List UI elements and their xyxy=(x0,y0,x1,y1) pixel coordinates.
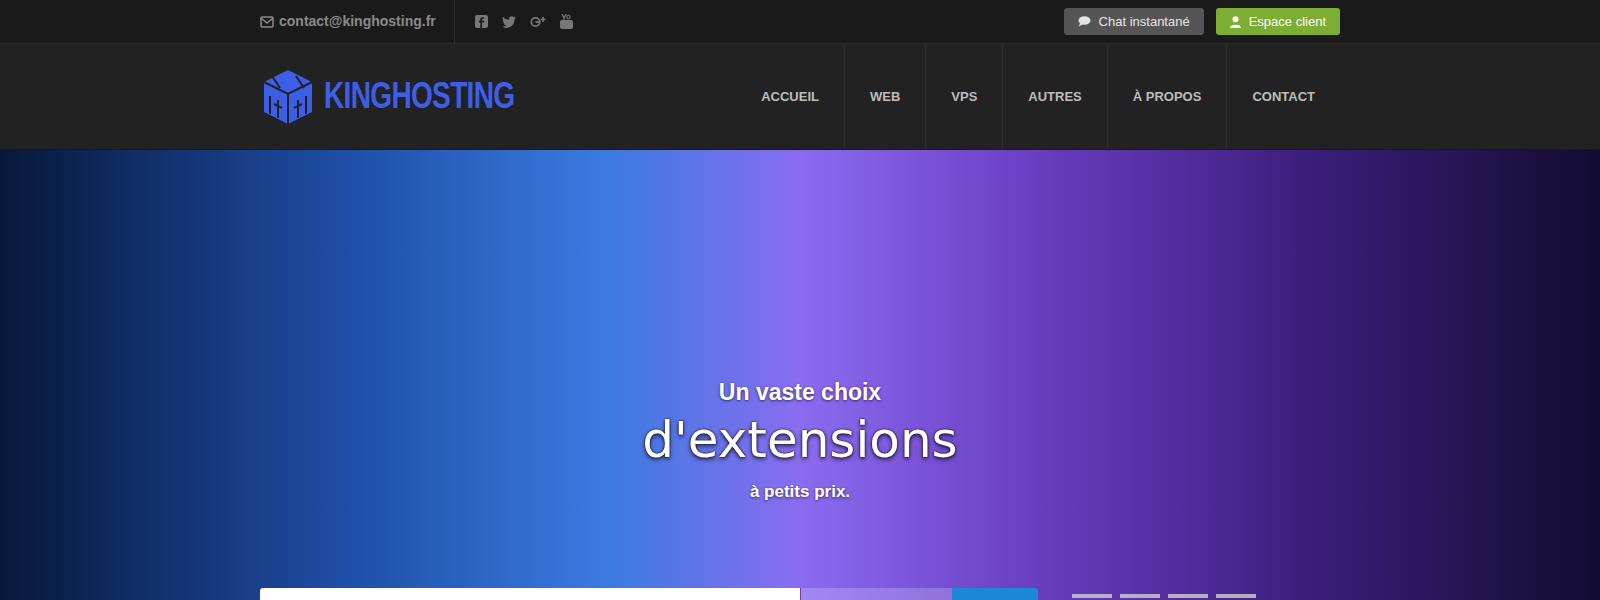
slider-dot[interactable] xyxy=(1072,594,1112,598)
nav-item[interactable]: CONTACT xyxy=(1226,44,1340,149)
hero-slider: Un vaste choix d'extensions à petits pri… xyxy=(0,150,1600,600)
extension-select[interactable] xyxy=(800,588,952,600)
hero-caption: d'extensions xyxy=(642,409,957,472)
slider-dot[interactable] xyxy=(1216,594,1256,598)
top-bar: contact@kinghosting.fr Chat instantané Es… xyxy=(0,0,1600,44)
facebook-icon[interactable] xyxy=(475,15,488,28)
slider-dot[interactable] xyxy=(1120,594,1160,598)
domain-search-input[interactable] xyxy=(260,588,800,600)
logo[interactable]: KINGHOSTING xyxy=(260,68,529,126)
email-link[interactable]: contact@kinghosting.fr xyxy=(279,11,436,32)
chat-button[interactable]: Chat instantané xyxy=(1064,8,1204,35)
search-button[interactable] xyxy=(952,588,1038,600)
slider-dot[interactable] xyxy=(1168,594,1208,598)
logo-cube-icon xyxy=(260,68,316,126)
client-area-button[interactable]: Espace client xyxy=(1216,8,1340,35)
nav-item[interactable]: VPS xyxy=(925,44,1002,149)
nav-item[interactable]: ACCUEIL xyxy=(736,44,844,149)
user-icon xyxy=(1230,16,1241,28)
nav-bar: KINGHOSTING ACCUEILWEBVPSAUTRESÀ PROPOSC… xyxy=(0,44,1600,150)
nav-item[interactable]: À PROPOS xyxy=(1107,44,1227,149)
hero-caption: Un vaste choix xyxy=(719,378,881,407)
hero-caption: à petits prix. xyxy=(750,479,850,505)
chat-icon xyxy=(1078,16,1091,27)
envelope-icon xyxy=(260,16,274,28)
twitter-icon[interactable] xyxy=(502,16,516,28)
nav-item[interactable]: WEB xyxy=(844,44,925,149)
youtube-icon[interactable] xyxy=(560,14,573,29)
nav-item[interactable]: AUTRES xyxy=(1002,44,1106,149)
main-nav: ACCUEILWEBVPSAUTRESÀ PROPOSCONTACT xyxy=(736,44,1340,149)
google-plus-icon[interactable] xyxy=(530,15,546,29)
